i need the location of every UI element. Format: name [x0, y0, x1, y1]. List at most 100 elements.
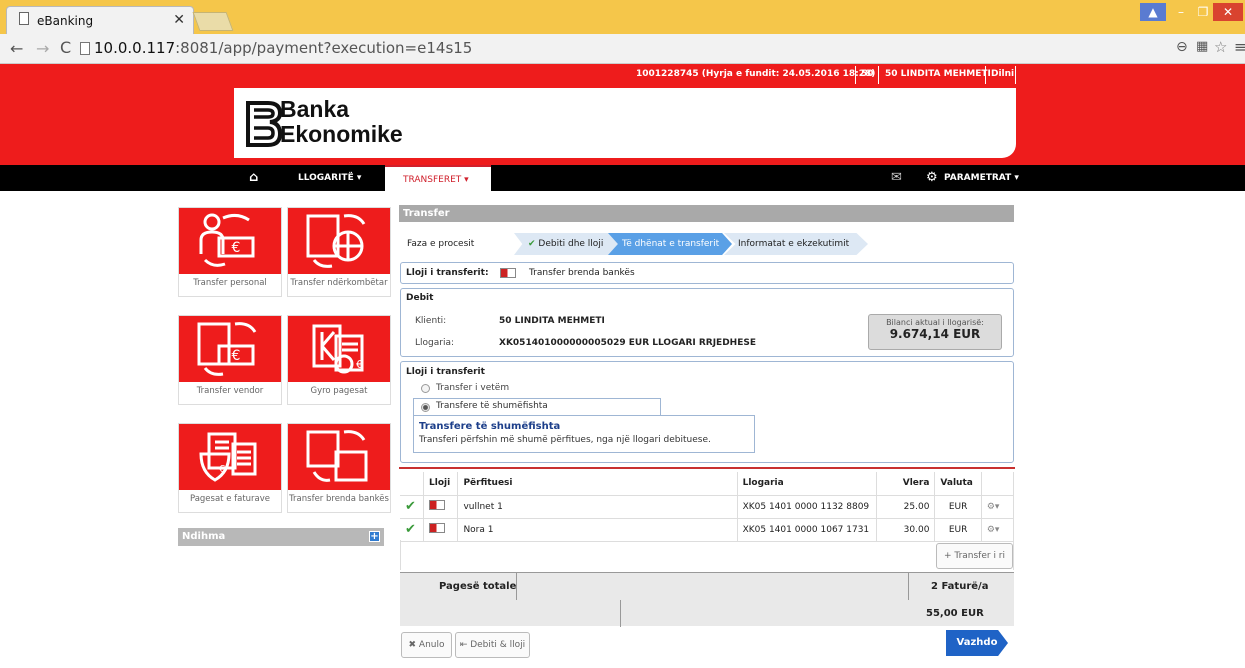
- radio-multiple-label[interactable]: Transfere të shumëfishta: [436, 401, 548, 411]
- new-transfer-button[interactable]: + Transfer i ri: [936, 543, 1013, 569]
- radio-single-label[interactable]: Transfer i vetëm: [436, 383, 509, 393]
- home-icon[interactable]: ⌂: [249, 165, 258, 191]
- nav-transfers[interactable]: TRANSFERET ▾: [385, 165, 491, 191]
- totals-box: Pagesë totale 2 Faturë/a 55,00 EUR: [400, 572, 1014, 627]
- gear-icon[interactable]: ⚙: [926, 165, 938, 191]
- bill-payment-icon: €: [179, 424, 281, 490]
- process-label: Faza e procesit: [407, 239, 475, 249]
- bank-logo-icon: [246, 101, 282, 147]
- bank-name: Banka Ekonomike: [280, 97, 403, 147]
- logout-link[interactable]: Dilni: [991, 69, 1014, 79]
- help-title: Ndihma: [182, 531, 226, 542]
- client-label: Klienti:: [415, 316, 447, 326]
- table-row[interactable]: ✔ Nora 1 XK05 1401 0000 1067 1731 30.00 …: [400, 518, 1015, 542]
- forward-icon[interactable]: →: [36, 39, 49, 58]
- check-icon: ✔: [528, 239, 536, 249]
- tile-label: Pagesat e faturave: [189, 494, 271, 504]
- cancel-button[interactable]: ✖ Anulo: [401, 632, 452, 658]
- transfer-type-label: Lloji i transferit:: [406, 268, 489, 278]
- bank-name-line2: Ekonomike: [280, 121, 403, 147]
- account-label: Llogaria:: [415, 338, 454, 348]
- tile-international-transfer[interactable]: Transfer ndërkombëtar: [287, 207, 391, 297]
- balance-label: Bilanci aktual i llogarisë:: [886, 318, 984, 327]
- tile-personal-transfer[interactable]: € Transfer personal: [178, 207, 282, 297]
- step-execution-info[interactable]: Informatat e ekzekutimit: [724, 233, 868, 255]
- browser-tab[interactable]: eBanking ✕: [6, 6, 194, 34]
- new-tab-button[interactable]: [192, 12, 234, 31]
- client-code: 50: [861, 69, 874, 79]
- tile-label: Transfer personal: [193, 278, 267, 288]
- table-row[interactable]: ✔ vullnet 1 XK05 1401 0000 1132 8809 25.…: [400, 495, 1015, 519]
- continue-button[interactable]: Vazhdo: [946, 630, 1008, 656]
- back-icon[interactable]: ←: [10, 39, 23, 58]
- domestic-transfer-icon: €: [179, 316, 281, 382]
- tile-internal-transfer[interactable]: Transfer brenda bankës: [287, 423, 391, 513]
- mail-icon[interactable]: ✉: [891, 165, 902, 191]
- step-transfer-details[interactable]: Të dhënat e transferit: [608, 233, 732, 255]
- tile-gyro-payments[interactable]: € Gyro pagesat: [287, 315, 391, 405]
- panel-title: Transfer: [399, 205, 1014, 222]
- address-bar: ← → C 10.0.0.117:8081/app/payment?execut…: [0, 34, 1245, 64]
- cell-beneficiary: Nora 1: [457, 518, 738, 542]
- close-tab-icon[interactable]: ✕: [173, 12, 185, 28]
- total-count: 2 Faturë/a: [931, 581, 989, 592]
- nav-accounts[interactable]: LLOGARITË ▾: [298, 165, 361, 191]
- menu-icon[interactable]: ≡: [1234, 38, 1245, 56]
- user-bar: 1001228745 (Hyrja e fundit: 24.05.2016 1…: [0, 64, 1016, 86]
- total-amount: 55,00 EUR: [926, 608, 984, 619]
- expand-plus-icon[interactable]: +: [369, 531, 380, 542]
- url-host: 10.0.0.117: [94, 39, 176, 57]
- help-panel-header[interactable]: Ndihma +: [178, 528, 384, 546]
- url-field[interactable]: 10.0.0.117:8081/app/payment?execution=e1…: [94, 37, 1104, 60]
- cell-account: XK05 1401 0000 1067 1731: [737, 518, 877, 542]
- new-transfer-label: Transfer i ri: [954, 551, 1006, 561]
- user-icon[interactable]: ▲: [1140, 3, 1166, 21]
- cell-currency: EUR: [934, 495, 982, 519]
- cell-amount: 25.00: [876, 495, 936, 519]
- cell-amount: 30.00: [876, 518, 936, 542]
- cell-currency: EUR: [934, 518, 982, 542]
- cancel-label: Anulo: [418, 640, 445, 650]
- zoom-icon[interactable]: ⊖: [1176, 39, 1188, 55]
- row-gear-icon[interactable]: ⚙▾: [981, 495, 1015, 519]
- url-path: :8081/app/payment?execution=e14s15: [175, 39, 473, 57]
- col-type: Lloji: [423, 472, 459, 496]
- multi-info-box: Transfere të shumëfishta Transferi përfs…: [413, 415, 755, 453]
- col-beneficiary: Përfituesi: [457, 472, 738, 496]
- translate-icon[interactable]: ▦: [1196, 39, 1208, 54]
- nav-transfers-label: TRANSFERET: [403, 175, 462, 185]
- gyro-payment-icon: €: [288, 316, 390, 382]
- internal-transfer-icon: [288, 424, 390, 490]
- international-transfer-icon: [288, 208, 390, 274]
- bookmark-star-icon[interactable]: ☆: [1214, 38, 1227, 56]
- main-nav: ⌂ LLOGARITË ▾ ✉ ⚙ PARAMETRAT ▾: [0, 165, 1245, 191]
- step-debit[interactable]: ✔ Debiti dhe lloji: [514, 233, 618, 255]
- table-header-row: Lloji Përfituesi Llogaria Vlera Valuta: [400, 472, 1015, 496]
- step-label: Informatat e ekzekutimit: [738, 239, 850, 249]
- row-gear-icon[interactable]: ⚙▾: [981, 518, 1015, 542]
- nav-settings-label: PARAMETRAT: [944, 173, 1012, 183]
- nav-settings[interactable]: PARAMETRAT ▾: [944, 165, 1019, 191]
- reload-icon[interactable]: C: [60, 38, 71, 57]
- back-button[interactable]: ⇤ Debiti & lloji: [455, 632, 530, 658]
- card-icon: [423, 518, 459, 542]
- balance-box: Bilanci aktual i llogarisë: 9.674,14 EUR: [868, 314, 1002, 350]
- col-amount: Vlera: [876, 472, 936, 496]
- kind-title: Lloji i transferit: [406, 367, 485, 377]
- step-label: Debiti dhe lloji: [538, 239, 604, 249]
- account-value: XK051401000000005029 EUR LLOGARI RRJEDHE…: [499, 338, 756, 348]
- client-name[interactable]: 50 LINDITA MEHMETI: [885, 69, 991, 79]
- radio-single[interactable]: [421, 384, 430, 393]
- multi-option-row[interactable]: Transfere të shumëfishta: [413, 398, 661, 415]
- check-icon: ✔: [400, 495, 425, 519]
- radio-multiple[interactable]: [421, 403, 430, 412]
- page-icon: [80, 42, 90, 55]
- tile-domestic-transfer[interactable]: € Transfer vendor: [178, 315, 282, 405]
- info-title: Transfere të shumëfishta: [419, 421, 561, 432]
- tile-bill-payments[interactable]: € Pagesat e faturave: [178, 423, 282, 513]
- card-icon: [423, 495, 459, 519]
- table-footer: + Transfer i ri: [400, 540, 1014, 570]
- step-label: Të dhënat e transferit: [622, 239, 720, 249]
- close-window-button[interactable]: ✕: [1213, 3, 1243, 21]
- table-top-rule: [399, 467, 1015, 469]
